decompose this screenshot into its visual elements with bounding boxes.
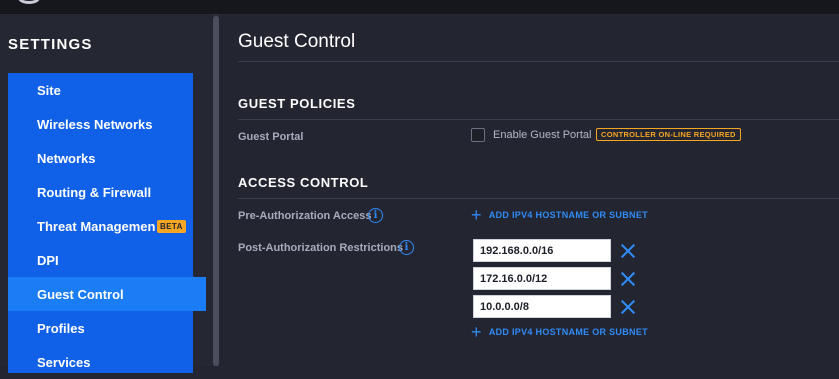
plus-icon: + [471,322,482,342]
sidebar-item-dpi[interactable]: DPI [8,243,193,277]
sidebar-item-label: Services [37,354,91,370]
sidebar-item-label: Guest Control [37,286,124,302]
restriction-input[interactable]: 10.0.0.0/8 [473,295,611,318]
page-title: Guest Control [238,31,356,52]
sidebar-item-label: Profiles [37,320,85,336]
sidebar-item-label: Wireless Networks [37,116,153,132]
sidebar-item-routing-firewall[interactable]: Routing & Firewall [8,175,193,209]
close-icon[interactable] [619,298,637,316]
main-content: Guest Control GUEST POLICIES Guest Porta… [219,14,839,366]
divider [238,119,839,120]
section-title-access-control: ACCESS CONTROL [238,175,369,190]
sidebar-item-label: Site [37,82,61,98]
sidebar-item-wireless-networks[interactable]: Wireless Networks [8,107,193,141]
plus-icon: + [471,205,482,225]
info-icon[interactable]: i [399,240,414,255]
sidebar-item-label: DPI [37,252,59,268]
close-icon[interactable] [619,270,637,288]
sidebar-item-threat-management[interactable]: Threat Management BETA [8,209,193,243]
add-link-label: ADD IPV4 HOSTNAME OR SUBNET [488,327,648,337]
sidebar-item-profiles[interactable]: Profiles [8,311,193,345]
close-icon[interactable] [619,242,637,260]
sidebar-title: SETTINGS [8,36,93,53]
active-item-arrow [193,276,206,310]
add-post-auth-hostname-link[interactable]: + ADD IPV4 HOSTNAME OR SUBNET [471,322,648,342]
enable-guest-portal-checkbox[interactable] [471,128,485,142]
add-pre-auth-hostname-link[interactable]: + ADD IPV4 HOSTNAME OR SUBNET [471,205,648,225]
top-bar [0,0,839,14]
settings-nav: Site Wireless Networks Networks Routing … [8,73,206,373]
sidebar-item-site[interactable]: Site [8,73,193,107]
sidebar-item-networks[interactable]: Networks [8,141,193,175]
divider [238,198,839,199]
logo-icon [18,0,40,4]
sidebar-item-label: Threat Management [37,218,155,234]
settings-sidebar: SETTINGS Site Wireless Networks Networks… [0,14,212,373]
restriction-input[interactable]: 192.168.0.0/16 [473,239,611,262]
controller-required-badge: CONTROLLER ON-LINE REQUIRED [596,128,741,141]
sidebar-item-guest-control[interactable]: Guest Control [8,277,206,311]
guest-portal-label: Guest Portal [238,131,304,143]
sidebar-item-label: Networks [37,150,96,166]
sidebar-item-services[interactable]: Services [8,345,193,379]
enable-guest-portal-label[interactable]: Enable Guest Portal [493,129,591,141]
beta-badge: BETA [157,219,186,233]
sidebar-item-label: Routing & Firewall [37,184,152,200]
restriction-input[interactable]: 172.16.0.0/12 [473,267,611,290]
section-title-guest-policies: GUEST POLICIES [238,96,356,111]
add-link-label: ADD IPV4 HOSTNAME OR SUBNET [488,210,648,220]
info-icon[interactable]: i [368,208,383,223]
post-authorization-label: Post-Authorization Restrictions [238,242,404,254]
pre-authorization-label: Pre-Authorization Access [238,210,372,222]
divider [238,61,839,62]
